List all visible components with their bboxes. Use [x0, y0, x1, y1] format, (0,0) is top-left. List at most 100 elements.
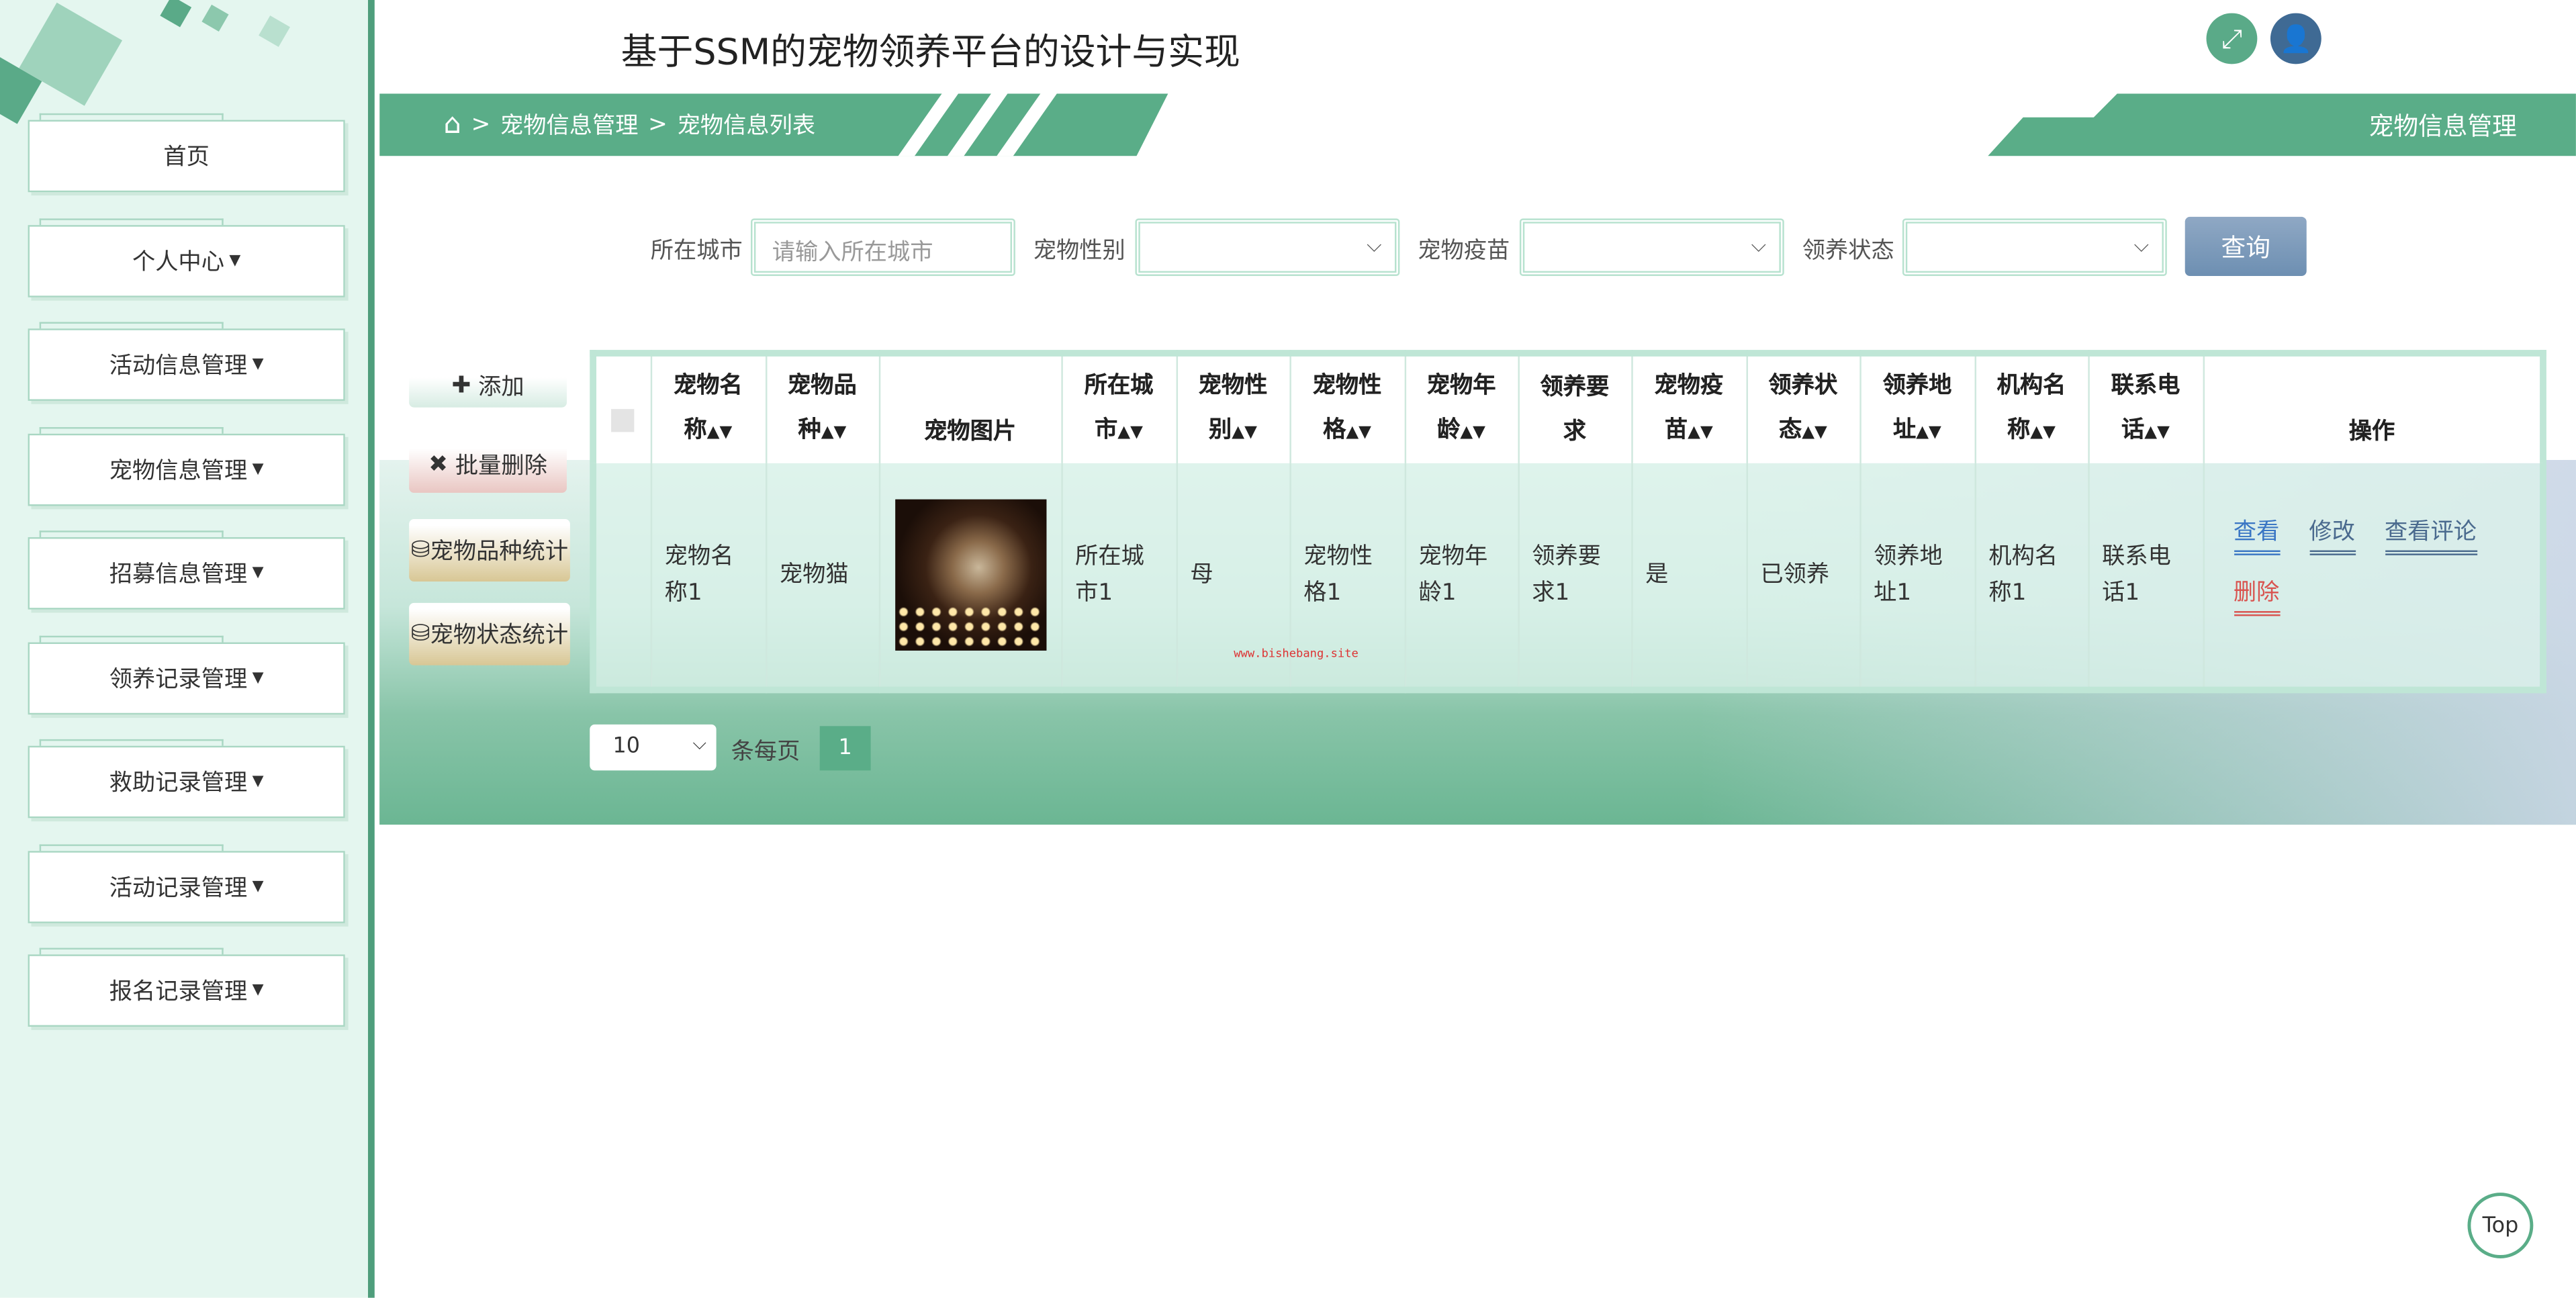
caret-down-icon: ▼	[252, 461, 264, 477]
sidebar-item-label: 报名记录管理	[109, 974, 247, 1007]
gender-select[interactable]: ⌵	[1135, 218, 1399, 276]
header-text: 机构名	[1997, 373, 2066, 399]
table-cell: 宠物年龄1	[1405, 463, 1518, 690]
table-cell: 机构名称1	[1975, 463, 2088, 690]
sort-icon[interactable]: ▲▼	[1802, 424, 1827, 442]
status-select[interactable]: ⌵	[1902, 218, 2167, 276]
column-header[interactable]: 领养地址▲▼	[1859, 353, 1974, 463]
row-checkbox[interactable]	[593, 463, 651, 690]
header-text: 龄	[1437, 417, 1460, 443]
column-header: 领养要求	[1518, 353, 1631, 463]
city-input[interactable]: 请输入所在城市	[751, 218, 1015, 276]
column-header[interactable]: 所在城市▲▼	[1061, 353, 1176, 463]
column-header[interactable]: 机构名称▲▼	[1975, 353, 2088, 463]
chevron-down-icon: ⌵	[693, 733, 706, 755]
status-stats-button[interactable]: ⛁宠物状态统计	[409, 603, 570, 665]
back-to-top-button[interactable]: Top	[2467, 1193, 2533, 1258]
decor-square	[201, 5, 228, 32]
header-text: 宠物年	[1427, 373, 1496, 399]
header-text: 领养地	[1883, 373, 1952, 399]
sidebar-item-label: 首页	[163, 140, 209, 173]
query-button[interactable]: 查询	[2185, 217, 2307, 276]
column-header[interactable]: 宠物名称▲▼	[651, 353, 766, 463]
fullscreen-button[interactable]: ⤢	[2207, 13, 2258, 64]
sidebar-item[interactable]: 活动信息管理▼	[28, 328, 345, 401]
edit-link[interactable]: 修改	[2309, 514, 2354, 555]
table-cell: 联系电话1	[2088, 463, 2203, 690]
breadcrumb-item[interactable]: 宠物信息管理	[500, 108, 638, 141]
sidebar-item-label: 领养记录管理	[109, 661, 247, 694]
sort-icon[interactable]: ▲▼	[1346, 424, 1371, 442]
user-button[interactable]: 👤	[2270, 13, 2321, 64]
column-header[interactable]: 宠物疫苗▲▼	[1631, 353, 1746, 463]
column-header[interactable]: 联系电话▲▼	[2088, 353, 2203, 463]
expand-icon: ⤢	[2221, 22, 2242, 55]
sort-icon[interactable]: ▲▼	[821, 424, 847, 442]
sort-icon[interactable]: ▲▼	[2144, 424, 2170, 442]
table-cell: 领养要求1	[1518, 463, 1631, 690]
caret-down-icon: ▼	[252, 357, 264, 373]
caret-down-icon: ▼	[252, 565, 264, 582]
header-text: 别	[1209, 417, 1232, 443]
header-text: 所在城	[1085, 373, 1154, 399]
column-header[interactable]: 宠物品种▲▼	[766, 353, 879, 463]
select-all-checkbox[interactable]	[593, 353, 651, 463]
chevron-down-icon: ⌵	[2134, 233, 2149, 258]
column-header[interactable]: 宠物性别▲▼	[1177, 353, 1290, 463]
sort-icon[interactable]: ▲▼	[1688, 424, 1713, 442]
sort-icon[interactable]: ▲▼	[1916, 424, 1941, 442]
vaccine-label: 宠物疫苗	[1418, 233, 1510, 266]
header-text: 称	[684, 417, 706, 443]
sidebar-item[interactable]: 首页	[28, 120, 345, 193]
breed-stats-label: 宠物品种统计	[430, 534, 568, 567]
delete-link[interactable]: 删除	[2234, 575, 2279, 616]
table-cell: 所在城市1	[1061, 463, 1176, 690]
pet-table: 宠物名称▲▼宠物品种▲▼宠物图片所在城市▲▼宠物性别▲▼宠物性格▲▼宠物年龄▲▼…	[590, 350, 2546, 693]
sidebar-item[interactable]: 报名记录管理▼	[28, 954, 345, 1027]
sort-icon[interactable]: ▲▼	[1117, 424, 1143, 442]
breed-stats-button[interactable]: ⛁宠物品种统计	[409, 519, 570, 582]
breadcrumb: ⌂ > 宠物信息管理 > 宠物信息列表	[444, 108, 816, 141]
sort-icon[interactable]: ▲▼	[1232, 424, 1257, 442]
table-cell: 领养地址1	[1859, 463, 1974, 690]
header-text: 宠物图片	[924, 418, 1016, 445]
page-size-select[interactable]: 10⌵	[590, 725, 716, 770]
batch-delete-button[interactable]: ✖ 批量删除	[409, 437, 567, 493]
header-text: 种	[798, 417, 821, 443]
sort-icon[interactable]: ▲▼	[2030, 424, 2056, 442]
table-cell: 已领养	[1747, 463, 1860, 690]
actions-cell: 查看修改查看评论删除	[2203, 463, 2543, 690]
sidebar-item[interactable]: 个人中心▼	[28, 224, 345, 297]
home-icon[interactable]: ⌂	[444, 108, 461, 141]
sidebar-item[interactable]: 宠物信息管理▼	[28, 433, 345, 506]
view-link[interactable]: 查看	[2234, 514, 2279, 555]
watermark: www.bishebang.site	[1234, 647, 1359, 661]
breadcrumb-sep: >	[648, 111, 668, 138]
sidebar-item[interactable]: 领养记录管理▼	[28, 641, 345, 714]
section-band: 宠物信息管理	[1988, 93, 2576, 156]
column-header[interactable]: 宠物年龄▲▼	[1405, 353, 1518, 463]
add-button[interactable]: ✚ 添加	[409, 365, 567, 408]
sort-icon[interactable]: ▲▼	[1460, 424, 1485, 442]
plus-icon: ✚	[452, 373, 479, 399]
table-row: 宠物名称1宠物猫所在城市1母宠物性格1宠物年龄1领养要求1是已领养领养地址1机构…	[593, 463, 2543, 690]
column-header[interactable]: 领养状态▲▼	[1747, 353, 1860, 463]
caret-down-icon: ▼	[252, 878, 264, 894]
status-stats-label: 宠物状态统计	[430, 618, 568, 651]
header-text: 求	[1563, 418, 1586, 445]
header-text: 格	[1323, 417, 1346, 443]
database-icon: ⛁	[411, 621, 430, 647]
decor-square	[160, 0, 191, 28]
sidebar-item[interactable]: 招募信息管理▼	[28, 537, 345, 610]
sidebar-item[interactable]: 活动记录管理▼	[28, 850, 345, 923]
vaccine-select[interactable]: ⌵	[1520, 218, 1784, 276]
view-comments-link[interactable]: 查看评论	[2385, 514, 2477, 555]
city-label: 所在城市	[651, 233, 743, 266]
header-text: 苗	[1665, 417, 1688, 443]
page-button[interactable]: 1	[820, 726, 871, 770]
gender-label: 宠物性别	[1033, 233, 1125, 266]
header-text: 宠物名	[674, 373, 743, 399]
sort-icon[interactable]: ▲▼	[707, 424, 733, 442]
column-header[interactable]: 宠物性格▲▼	[1289, 353, 1404, 463]
sidebar-item[interactable]: 救助记录管理▼	[28, 746, 345, 819]
